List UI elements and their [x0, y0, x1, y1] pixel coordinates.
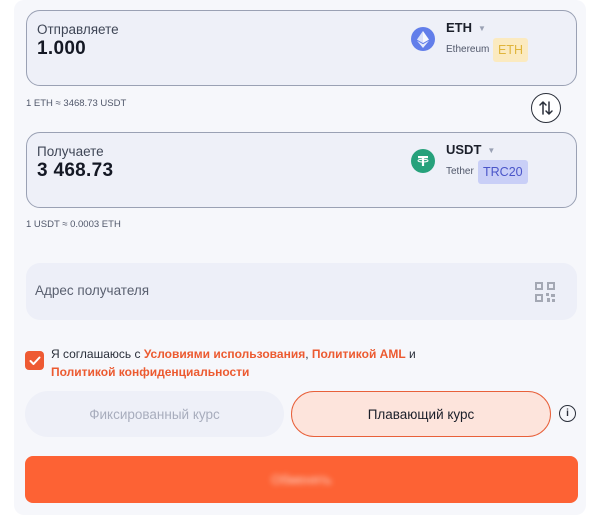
submit-label: Обменять — [271, 472, 332, 487]
exchange-submit-button[interactable]: Обменять — [25, 456, 578, 503]
receive-ticker: USDT — [446, 142, 482, 157]
send-currency-select[interactable]: ETH ▼ — [446, 20, 486, 35]
agreement-and: и — [405, 347, 416, 361]
recipient-address-field[interactable]: Адрес получателя — [26, 263, 577, 320]
send-network-badge: ETH — [493, 38, 528, 62]
send-rate-text: 1 ETH ≈ 3468.73 USDT — [26, 98, 127, 109]
send-ticker: ETH — [446, 20, 472, 35]
receive-network-badge: TRC20 — [478, 160, 528, 184]
receive-currency-select[interactable]: USDT ▼ — [446, 142, 495, 157]
tether-icon — [411, 149, 435, 173]
terms-link[interactable]: Условиями использования — [144, 347, 305, 361]
receive-rate-text: 1 USDT ≈ 0.0003 ETH — [26, 219, 121, 230]
ethereum-icon — [411, 27, 435, 51]
aml-policy-link[interactable]: Политикой AML — [312, 347, 406, 361]
info-icon[interactable]: i — [559, 405, 576, 422]
agreement-comma: , — [305, 347, 312, 361]
fixed-rate-button[interactable]: Фиксированный курс — [25, 391, 284, 437]
floating-rate-button[interactable]: Плавающий курс — [291, 391, 551, 437]
chevron-down-icon: ▼ — [478, 24, 486, 34]
chevron-down-icon: ▼ — [487, 146, 496, 156]
send-amount-input[interactable]: 1.000 — [37, 38, 86, 60]
receive-coin-name: Tether — [446, 166, 474, 177]
agreement-text: Я соглашаюсь с Условиями использования, … — [51, 346, 481, 381]
agreement-prefix: Я соглашаюсь с — [51, 347, 144, 361]
receive-amount-value: 3 468.73 — [37, 160, 114, 181]
receive-label: Получаете — [37, 144, 104, 159]
agreement-checkbox[interactable] — [25, 351, 44, 370]
swap-arrows-icon — [539, 101, 553, 115]
send-coin-name: Ethereum — [446, 44, 490, 55]
receive-amount-field[interactable]: Получаете 3 468.73 USDT ▼ Tether TRC20 — [26, 132, 577, 208]
recipient-address-placeholder: Адрес получателя — [35, 283, 150, 298]
checkmark-icon — [29, 356, 40, 365]
swap-button[interactable] — [531, 93, 561, 123]
qr-code-icon[interactable] — [535, 282, 555, 302]
send-label: Отправляете — [37, 22, 119, 37]
send-amount-field[interactable]: Отправляете 1.000 ETH ▼ Ethereum ETH — [26, 10, 577, 86]
privacy-policy-link[interactable]: Политикой конфиденциальности — [51, 365, 249, 379]
